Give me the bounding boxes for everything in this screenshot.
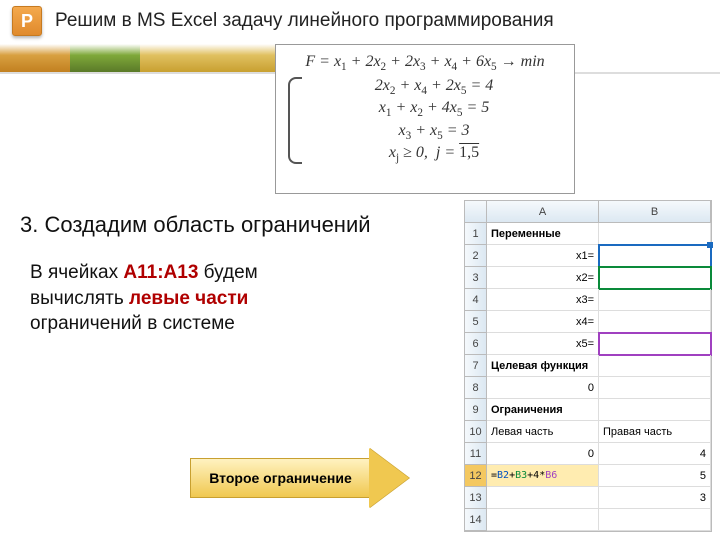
cell[interactable] <box>599 399 711 421</box>
cell-b6[interactable] <box>599 333 711 355</box>
row-header[interactable]: 10 <box>465 421 487 443</box>
row-header[interactable]: 4 <box>465 289 487 311</box>
row-header[interactable]: 14 <box>465 509 487 531</box>
decorative-band <box>0 44 280 72</box>
row-header[interactable]: 7 <box>465 355 487 377</box>
cell-b2[interactable] <box>599 245 711 267</box>
row-header[interactable]: 1 <box>465 223 487 245</box>
brace-icon <box>288 77 302 164</box>
cell[interactable] <box>599 509 711 531</box>
slide-title: Решим в MS Excel задачу линейного програ… <box>55 10 554 32</box>
row-header[interactable]: 6 <box>465 333 487 355</box>
objective-fn: F = x1 + 2x2 + 2x3 + x4 + 6x5 → min <box>286 53 564 73</box>
row-header[interactable]: 3 <box>465 267 487 289</box>
cell-a12-active[interactable]: =B2+B3+4*B6 <box>487 465 599 487</box>
constraint-3: x3 + x5 = 3 <box>304 122 564 142</box>
col-header-b[interactable]: B <box>599 201 711 223</box>
constraint-1: 2x2 + x4 + 2x5 = 4 <box>304 77 564 97</box>
cell[interactable] <box>487 509 599 531</box>
constraint-nonneg: xj ≥ 0, j = 1,5 <box>304 144 564 164</box>
cell[interactable] <box>487 487 599 509</box>
cell[interactable] <box>599 223 711 245</box>
row-header[interactable]: 9 <box>465 399 487 421</box>
constraint-2: x1 + x2 + 4x5 = 5 <box>304 99 564 119</box>
cell[interactable]: Переменные <box>487 223 599 245</box>
slide-logo: P <box>12 6 42 36</box>
cell[interactable]: x5= <box>487 333 599 355</box>
cell[interactable]: 0 <box>487 443 599 465</box>
cell[interactable] <box>599 355 711 377</box>
cell[interactable]: 0 <box>487 377 599 399</box>
cell[interactable]: 5 <box>599 465 711 487</box>
row-header[interactable]: 2 <box>465 245 487 267</box>
cell[interactable]: Целевая функция <box>487 355 599 377</box>
row-header[interactable]: 8 <box>465 377 487 399</box>
cell[interactable]: 4 <box>599 443 711 465</box>
cell[interactable]: Левая часть <box>487 421 599 443</box>
cell[interactable]: x2= <box>487 267 599 289</box>
next-step-arrow[interactable]: Второе ограничение <box>190 448 430 508</box>
cell[interactable]: x4= <box>487 311 599 333</box>
excel-snippet: A B 1Переменные 2x1= 3x2= 4x3= 5x4= 6x5=… <box>464 200 712 532</box>
arrow-head-icon <box>369 448 409 508</box>
excel-corner[interactable] <box>465 201 487 223</box>
row-header[interactable]: 5 <box>465 311 487 333</box>
arrow-label: Второе ограничение <box>209 470 351 486</box>
cell[interactable] <box>599 311 711 333</box>
cell[interactable]: 3 <box>599 487 711 509</box>
cell[interactable]: x3= <box>487 289 599 311</box>
row-header[interactable]: 11 <box>465 443 487 465</box>
section-heading: 3. Создадим область ограничений <box>20 212 371 238</box>
cell[interactable]: Ограничения <box>487 399 599 421</box>
cell[interactable] <box>599 289 711 311</box>
body-paragraph: В ячейках А11:А13 будем вычислять левые … <box>30 260 360 337</box>
col-header-a[interactable]: A <box>487 201 599 223</box>
math-formulation: F = x1 + 2x2 + 2x3 + x4 + 6x5 → min 2x2 … <box>275 44 575 194</box>
cell[interactable] <box>599 377 711 399</box>
cell[interactable]: Правая часть <box>599 421 711 443</box>
cell-b3[interactable] <box>599 267 711 289</box>
row-header[interactable]: 12 <box>465 465 487 487</box>
cell[interactable]: x1= <box>487 245 599 267</box>
row-header[interactable]: 13 <box>465 487 487 509</box>
